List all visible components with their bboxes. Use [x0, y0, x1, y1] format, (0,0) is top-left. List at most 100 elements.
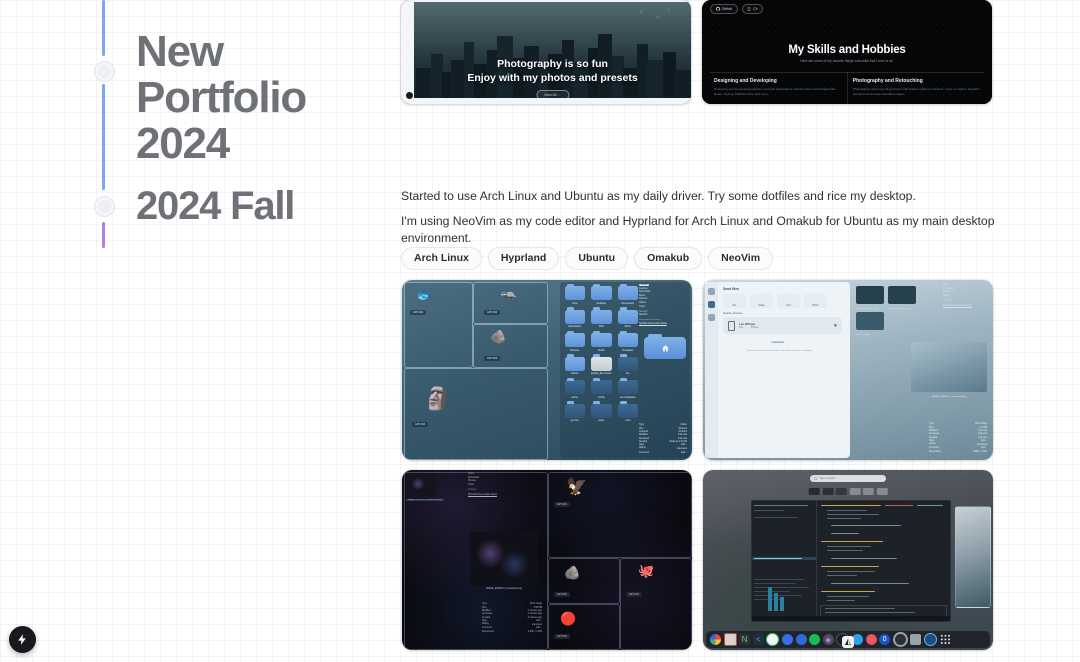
file-thumbnail[interactable] [887, 286, 916, 304]
screenshot-hyprland-dark-desktop[interactable]: 🦅 🪨 🐙 🔴 ART-001 ART-002 ART-003 ART-004 … [402, 470, 692, 650]
obsidian-icon[interactable] [923, 633, 937, 646]
screenshot-skills-and-hobbies[interactable]: GitHub CV My Skills and Hobbies Here are… [702, 0, 992, 104]
folder-item[interactable]: Downloads [564, 307, 585, 328]
screenshot-omakub-ubuntu-desktop[interactable]: Type to search ◭ N < ◆ 0 [703, 470, 993, 650]
folder-item[interactable]: Drift [590, 307, 612, 328]
folder-item[interactable]: config [590, 377, 612, 399]
folder-item[interactable]: bin [617, 354, 638, 375]
folder-item[interactable]: Videos [564, 354, 585, 375]
device-row-leo-iphone[interactable]: Leo iPhone iOS iPhone ♥ [723, 317, 842, 334]
tile-window[interactable] [548, 604, 620, 650]
tag-neovim[interactable]: NeoVim [708, 247, 774, 271]
settings-icon[interactable] [892, 632, 908, 647]
home-folder-icon[interactable] [644, 334, 686, 359]
sidebar-item[interactable]: Desktop [639, 288, 687, 290]
carousel-dot-icon[interactable] [405, 91, 414, 100]
bluesky-icon[interactable] [781, 634, 793, 645]
sidebar-item[interactable]: Home [943, 284, 989, 286]
github-button[interactable]: GitHub [710, 4, 738, 15]
side-window-preview[interactable] [955, 506, 991, 608]
folder-item[interactable]: Documents [617, 283, 638, 305]
property-value[interactable]: Add... [981, 447, 987, 449]
sidebar-item[interactable]: Home [468, 473, 538, 475]
tag-ubuntu[interactable]: Ubuntu [565, 247, 629, 271]
tile-window[interactable] [548, 558, 620, 604]
sidebar-item[interactable]: SDCARD Removable Media [468, 494, 538, 496]
property-value[interactable]: Add... [536, 620, 542, 622]
folder-item[interactable]: Pictures [564, 330, 585, 352]
folder-item[interactable]: cache [564, 377, 585, 399]
screenshot-hyprland-light-desktop[interactable]: 🐟 🦡 🪨 🗿 ART-001 ART-002 ART-003 ART-004 … [402, 280, 692, 460]
send-icon[interactable] [708, 301, 715, 308]
property-value[interactable]: Add... [681, 452, 687, 454]
sidebar-item[interactable]: Pictures [468, 480, 538, 482]
chrome-icon[interactable] [710, 634, 721, 645]
tile-window[interactable] [404, 282, 473, 368]
send-file-button[interactable]: File [723, 294, 746, 308]
tile-window[interactable] [473, 324, 548, 368]
gimp-icon[interactable]: ◆ [822, 634, 834, 645]
send-text-button[interactable]: Text [777, 294, 800, 308]
view-all-button[interactable]: View All → [535, 90, 570, 98]
skill-card-designing[interactable]: Designing and Developing Designing and d… [714, 78, 842, 96]
file-thumbnail[interactable] [406, 474, 436, 496]
sidebar-item[interactable]: Downloads [639, 291, 687, 293]
sidebar-item[interactable]: Pictures [943, 291, 989, 293]
folder-item[interactable]: Public [590, 330, 612, 352]
favorite-icon[interactable]: ♥ [834, 323, 837, 329]
folder-item[interactable]: nvim [617, 401, 638, 422]
sidebar-item[interactable]: Network [468, 489, 538, 491]
folder-item[interactable]: Desktop [590, 283, 612, 305]
lightning-fab-button[interactable] [9, 626, 36, 653]
rating-stars[interactable]: ★★★★★ [532, 623, 542, 626]
tile-window[interactable] [404, 368, 548, 460]
vscode-icon[interactable]: < [752, 634, 764, 645]
sidebar-item[interactable]: Videos [639, 302, 687, 304]
terminal-window[interactable] [751, 500, 951, 622]
file-thumbnail[interactable] [855, 286, 884, 304]
settings-icon[interactable] [708, 314, 715, 321]
sidebar-item[interactable]: Music [639, 295, 687, 297]
sidebar-item[interactable]: Network [943, 300, 989, 302]
timeline-marker-2[interactable] [94, 196, 115, 217]
workspace-thumb[interactable] [822, 488, 834, 495]
property-value[interactable]: Add... [536, 627, 542, 629]
property-value[interactable]: Add... [681, 444, 687, 446]
send-photo-button[interactable]: Photo [804, 294, 827, 308]
file-manager-window[interactable]: Home Downloads Pictures Trash Network SD… [852, 282, 991, 458]
app-grid-icon[interactable] [939, 634, 951, 645]
folder-item[interactable]: Templates [617, 330, 638, 352]
cv-button[interactable]: CV [741, 4, 764, 15]
tag-arch-linux[interactable]: Arch Linux [401, 247, 482, 271]
sidebar-item[interactable]: Trash [943, 295, 989, 297]
sidebar-item[interactable]: SDCARD Removable Media [943, 305, 989, 307]
file-manager-window[interactable]: Home Desktop Downloads Music Pictures Vi… [559, 282, 690, 458]
activities-search-input[interactable]: Type to search [810, 475, 886, 482]
timeline-marker-1[interactable] [94, 61, 115, 82]
workspace-thumb[interactable] [849, 488, 861, 495]
send-folder-button[interactable]: Folder [750, 294, 773, 308]
tag-hyprland[interactable]: Hyprland [487, 247, 560, 271]
alacritty-icon[interactable] [723, 633, 737, 646]
firefox-icon[interactable] [865, 634, 877, 645]
spotify-icon[interactable] [809, 634, 821, 645]
workspace-thumb[interactable] [808, 488, 820, 495]
folder-item[interactable]: sh-completion [617, 377, 638, 399]
property-value[interactable]: Add... [981, 440, 987, 442]
sidebar-item-removable[interactable]: SanDisk Removable Media [639, 323, 687, 325]
neovim-icon[interactable]: N [739, 634, 751, 645]
rating-stars[interactable]: ★★★★★ [677, 447, 687, 450]
file-thumbnail[interactable] [855, 312, 884, 330]
tag-omakub[interactable]: Omakub [634, 247, 703, 271]
folder-item[interactable]: go-root [564, 401, 585, 422]
folder-item[interactable]: pasted_file.neovim [590, 354, 612, 375]
arch-linux-icon[interactable]: ◭ [842, 636, 854, 648]
rating-stars[interactable]: ★★★★★ [977, 443, 987, 446]
sidebar-item[interactable]: Downloads [468, 477, 538, 479]
workspace-thumb[interactable] [862, 488, 874, 495]
1password-icon[interactable]: 0 [879, 634, 891, 645]
sidebar-item[interactable]: Trash [468, 484, 538, 486]
skill-card-photography[interactable]: Photography and Retouching Photography a… [853, 78, 981, 96]
folder-item[interactable]: proto [590, 401, 612, 422]
screenshot-localsend-transfer[interactable]: Send files File Folder Text Photo Nearby… [703, 280, 993, 460]
